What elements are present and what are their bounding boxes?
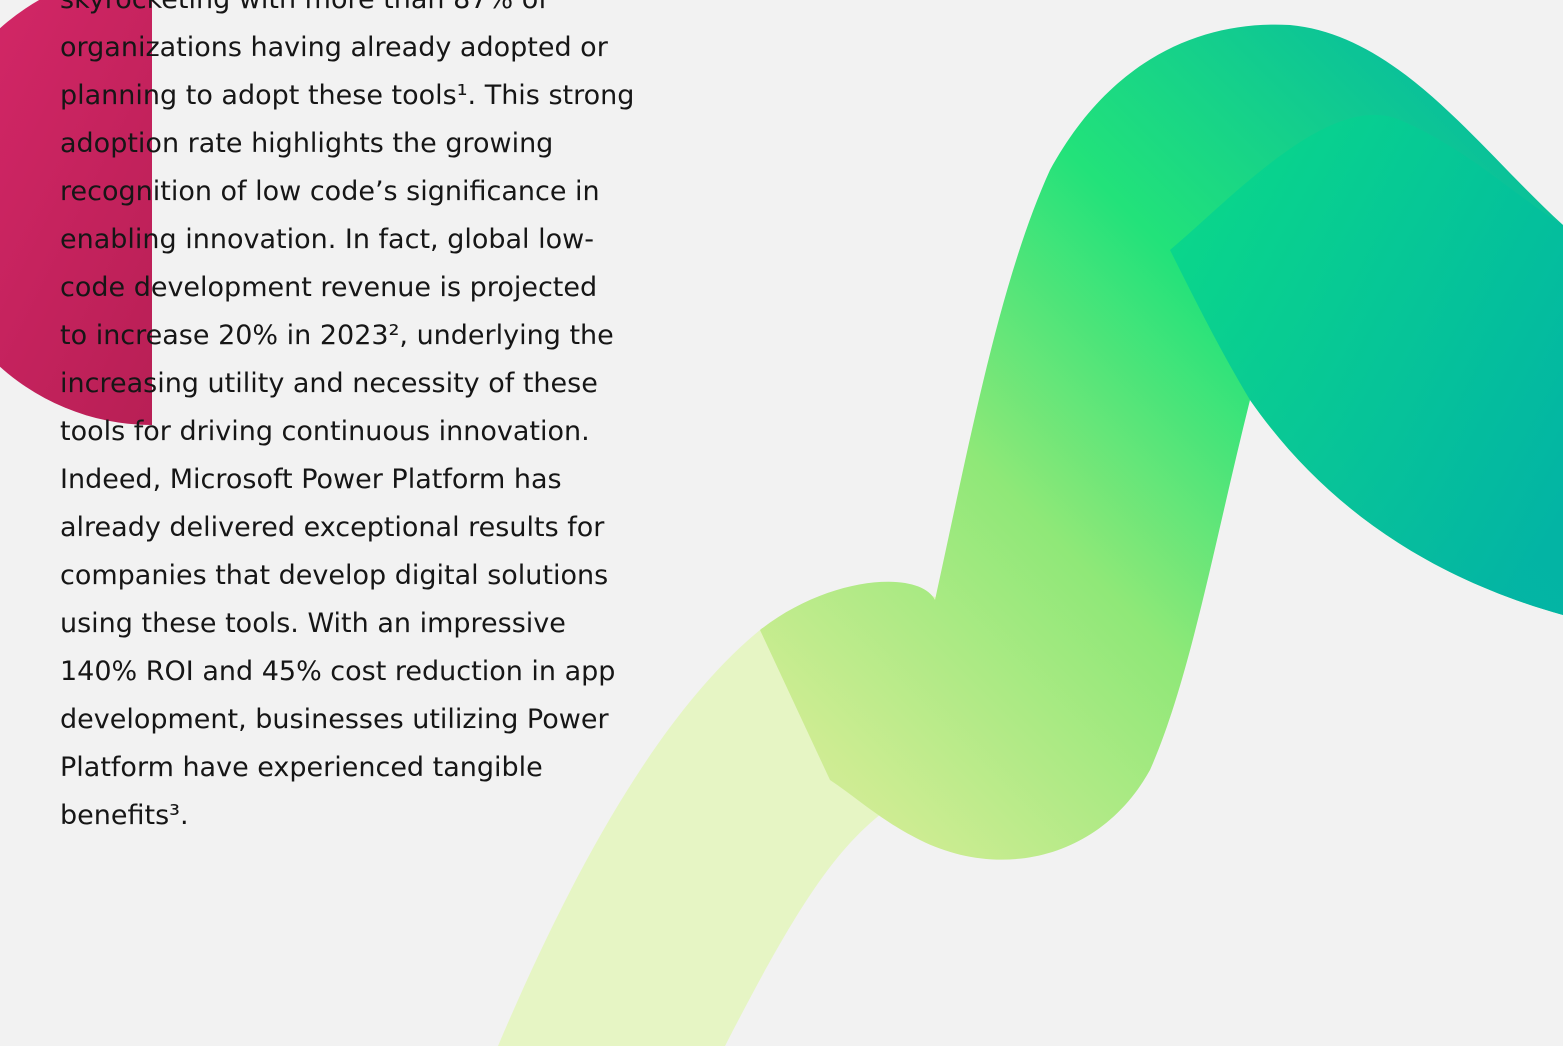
body-line: tools for driving continuous innovation.	[60, 416, 590, 447]
body-line: Indeed, Microsoft Power Platform has	[60, 464, 562, 495]
body-line: 140% ROI and 45% cost reduction in app	[60, 656, 616, 687]
body-line: skyrocketing with more than 87% of	[60, 0, 660, 24]
body-line: organizations having already adopted or	[60, 32, 608, 63]
body-line: using these tools. With an impressive	[60, 608, 566, 639]
body-line: Platform have experienced tangible	[60, 752, 543, 783]
body-line: already delivered exceptional results fo…	[60, 512, 605, 543]
body-line: recognition of low code’s significance i…	[60, 176, 600, 207]
body-line: adoption rate highlights the growing	[60, 128, 554, 159]
body-line: increasing utility and necessity of thes…	[60, 368, 598, 399]
body-line: code development revenue is projected	[60, 272, 598, 303]
body-line: companies that develop digital solutions	[60, 560, 609, 591]
body-line: development, businesses utilizing Power	[60, 704, 609, 735]
body-line: enabling innovation. In fact, global low…	[60, 224, 594, 255]
body-line: to increase 20% in 2023², underlying the	[60, 320, 614, 351]
body-line: benefits³.	[60, 800, 189, 831]
body-line: planning to adopt these tools¹. This str…	[60, 80, 635, 111]
body-paragraph: skyrocketing with more than 87% of organ…	[60, 0, 660, 840]
